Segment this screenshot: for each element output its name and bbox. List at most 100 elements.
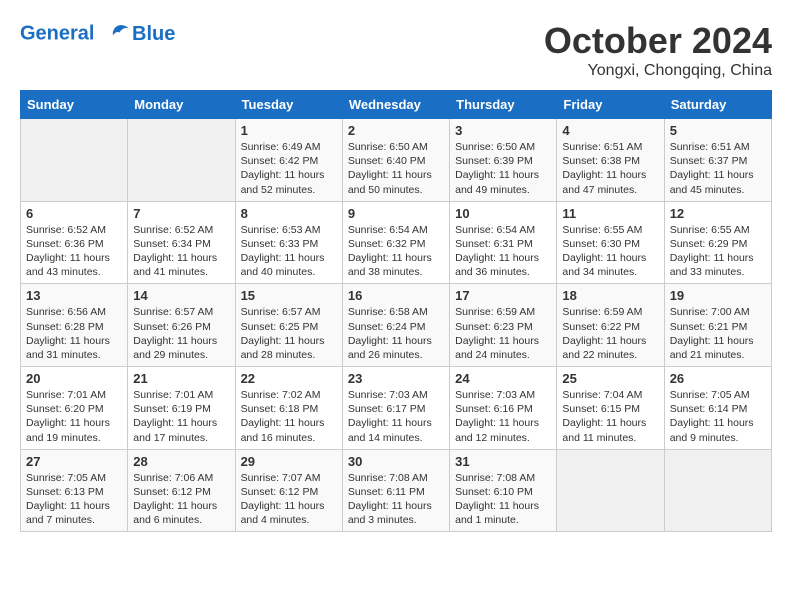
day-number: 20 — [26, 371, 122, 386]
day-cell: 30Sunrise: 7:08 AMSunset: 6:11 PMDayligh… — [342, 449, 449, 532]
day-number: 15 — [241, 288, 337, 303]
day-info: Sunrise: 7:02 AMSunset: 6:18 PMDaylight:… — [241, 388, 337, 445]
page-header: General Blue October 2024 Yongxi, Chongq… — [20, 20, 772, 80]
day-info: Sunrise: 6:50 AMSunset: 6:40 PMDaylight:… — [348, 140, 444, 197]
day-info: Sunrise: 6:50 AMSunset: 6:39 PMDaylight:… — [455, 140, 551, 197]
day-number: 10 — [455, 206, 551, 221]
day-number: 11 — [562, 206, 658, 221]
location: Yongxi, Chongqing, China — [544, 62, 772, 80]
day-info: Sunrise: 6:54 AMSunset: 6:31 PMDaylight:… — [455, 223, 551, 280]
day-info: Sunrise: 6:54 AMSunset: 6:32 PMDaylight:… — [348, 223, 444, 280]
logo: General Blue — [20, 20, 175, 48]
day-cell — [21, 119, 128, 202]
day-cell: 14 Sunrise: 6:57 AMSunset: 6:26 PMDayligh… — [128, 284, 235, 367]
day-number: 14 — [133, 288, 229, 303]
day-number: 21 — [133, 371, 229, 386]
day-number: 22 — [241, 371, 337, 386]
day-info: Sunrise: 6:51 AMSunset: 6:37 PMDaylight:… — [670, 140, 766, 197]
day-number: 31 — [455, 454, 551, 469]
header-saturday: Saturday — [664, 91, 771, 119]
header-friday: Friday — [557, 91, 664, 119]
day-cell: 10 Sunrise: 6:54 AMSunset: 6:31 PMDayligh… — [450, 201, 557, 284]
day-cell: 9Sunrise: 6:54 AMSunset: 6:32 PMDaylight… — [342, 201, 449, 284]
day-cell: 5Sunrise: 6:51 AMSunset: 6:37 PMDaylight… — [664, 119, 771, 202]
day-info: Sunrise: 6:57 AMSunset: 6:25 PMDaylight:… — [241, 305, 337, 362]
week-row-2: 13Sunrise: 6:56 AMSunset: 6:28 PMDayligh… — [21, 284, 772, 367]
day-cell — [128, 119, 235, 202]
day-cell: 12Sunrise: 6:55 AMSunset: 6:29 PMDayligh… — [664, 201, 771, 284]
day-number: 2 — [348, 123, 444, 138]
day-info: Sunrise: 7:03 AMSunset: 6:17 PMDaylight:… — [348, 388, 444, 445]
day-cell: 16 Sunrise: 6:58 AMSunset: 6:24 PMDayligh… — [342, 284, 449, 367]
day-cell: 11 Sunrise: 6:55 AMSunset: 6:30 PMDayligh… — [557, 201, 664, 284]
day-cell: 13Sunrise: 6:56 AMSunset: 6:28 PMDayligh… — [21, 284, 128, 367]
day-cell — [664, 449, 771, 532]
day-info: Sunrise: 6:58 AMSunset: 6:24 PMDaylight:… — [348, 305, 444, 362]
day-cell: 8Sunrise: 6:53 AMSunset: 6:33 PMDaylight… — [235, 201, 342, 284]
day-number: 18 — [562, 288, 658, 303]
day-number: 17 — [455, 288, 551, 303]
day-info: Sunrise: 6:59 AMSunset: 6:22 PMDaylight:… — [562, 305, 658, 362]
day-cell: 15 Sunrise: 6:57 AMSunset: 6:25 PMDayligh… — [235, 284, 342, 367]
day-cell: 28 Sunrise: 7:06 AMSunset: 6:12 PMDayligh… — [128, 449, 235, 532]
day-info: Sunrise: 6:52 AMSunset: 6:34 PMDaylight:… — [133, 223, 229, 280]
day-info: Sunrise: 6:59 AMSunset: 6:23 PMDaylight:… — [455, 305, 551, 362]
day-info: Sunrise: 7:06 AMSunset: 6:12 PMDaylight:… — [133, 471, 229, 528]
calendar-body: 1Sunrise: 6:49 AMSunset: 6:42 PMDaylight… — [21, 119, 772, 532]
day-cell: 1Sunrise: 6:49 AMSunset: 6:42 PMDaylight… — [235, 119, 342, 202]
header-wednesday: Wednesday — [342, 91, 449, 119]
day-info: Sunrise: 7:07 AMSunset: 6:12 PMDaylight:… — [241, 471, 337, 528]
title-block: October 2024 Yongxi, Chongqing, China — [544, 20, 772, 80]
calendar-header-row: SundayMondayTuesdayWednesdayThursdayFrid… — [21, 91, 772, 119]
month-title: October 2024 — [544, 20, 772, 62]
day-number: 30 — [348, 454, 444, 469]
day-info: Sunrise: 6:57 AMSunset: 6:26 PMDaylight:… — [133, 305, 229, 362]
day-cell: 4Sunrise: 6:51 AMSunset: 6:38 PMDaylight… — [557, 119, 664, 202]
week-row-3: 20 Sunrise: 7:01 AMSunset: 6:20 PMDayligh… — [21, 367, 772, 450]
day-cell: 29Sunrise: 7:07 AMSunset: 6:12 PMDayligh… — [235, 449, 342, 532]
day-cell: 24Sunrise: 7:03 AMSunset: 6:16 PMDayligh… — [450, 367, 557, 450]
day-info: Sunrise: 6:51 AMSunset: 6:38 PMDaylight:… — [562, 140, 658, 197]
day-cell: 6Sunrise: 6:52 AMSunset: 6:36 PMDaylight… — [21, 201, 128, 284]
day-cell: 23 Sunrise: 7:03 AMSunset: 6:17 PMDayligh… — [342, 367, 449, 450]
day-number: 16 — [348, 288, 444, 303]
day-cell: 3 Sunrise: 6:50 AMSunset: 6:39 PMDaylight… — [450, 119, 557, 202]
week-row-1: 6Sunrise: 6:52 AMSunset: 6:36 PMDaylight… — [21, 201, 772, 284]
day-cell: 2 Sunrise: 6:50 AMSunset: 6:40 PMDaylight… — [342, 119, 449, 202]
day-info: Sunrise: 7:00 AMSunset: 6:21 PMDaylight:… — [670, 305, 766, 362]
header-sunday: Sunday — [21, 91, 128, 119]
day-number: 3 — [455, 123, 551, 138]
week-row-0: 1Sunrise: 6:49 AMSunset: 6:42 PMDaylight… — [21, 119, 772, 202]
header-monday: Monday — [128, 91, 235, 119]
day-cell: 26Sunrise: 7:05 AMSunset: 6:14 PMDayligh… — [664, 367, 771, 450]
day-number: 8 — [241, 206, 337, 221]
logo-blue: Blue — [132, 23, 175, 45]
day-info: Sunrise: 7:01 AMSunset: 6:20 PMDaylight:… — [26, 388, 122, 445]
logo-general: General — [20, 22, 94, 44]
day-info: Sunrise: 7:04 AMSunset: 6:15 PMDaylight:… — [562, 388, 658, 445]
day-cell: 18 Sunrise: 6:59 AMSunset: 6:22 PMDayligh… — [557, 284, 664, 367]
day-number: 25 — [562, 371, 658, 386]
day-info: Sunrise: 7:08 AMSunset: 6:10 PMDaylight:… — [455, 471, 551, 528]
logo-bird-icon — [102, 20, 130, 48]
day-cell: 20 Sunrise: 7:01 AMSunset: 6:20 PMDayligh… — [21, 367, 128, 450]
header-tuesday: Tuesday — [235, 91, 342, 119]
day-number: 7 — [133, 206, 229, 221]
day-cell: 31 Sunrise: 7:08 AMSunset: 6:10 PMDayligh… — [450, 449, 557, 532]
header-thursday: Thursday — [450, 91, 557, 119]
day-number: 6 — [26, 206, 122, 221]
day-info: Sunrise: 6:55 AMSunset: 6:30 PMDaylight:… — [562, 223, 658, 280]
day-cell: 27Sunrise: 7:05 AMSunset: 6:13 PMDayligh… — [21, 449, 128, 532]
day-cell: 25 Sunrise: 7:04 AMSunset: 6:15 PMDayligh… — [557, 367, 664, 450]
calendar-table: SundayMondayTuesdayWednesdayThursdayFrid… — [20, 90, 772, 532]
day-cell: 22 Sunrise: 7:02 AMSunset: 6:18 PMDayligh… — [235, 367, 342, 450]
day-number: 23 — [348, 371, 444, 386]
day-number: 1 — [241, 123, 337, 138]
week-row-4: 27Sunrise: 7:05 AMSunset: 6:13 PMDayligh… — [21, 449, 772, 532]
day-number: 28 — [133, 454, 229, 469]
day-info: Sunrise: 7:05 AMSunset: 6:13 PMDaylight:… — [26, 471, 122, 528]
day-info: Sunrise: 7:01 AMSunset: 6:19 PMDaylight:… — [133, 388, 229, 445]
day-cell: 19Sunrise: 7:00 AMSunset: 6:21 PMDayligh… — [664, 284, 771, 367]
day-number: 12 — [670, 206, 766, 221]
day-number: 26 — [670, 371, 766, 386]
